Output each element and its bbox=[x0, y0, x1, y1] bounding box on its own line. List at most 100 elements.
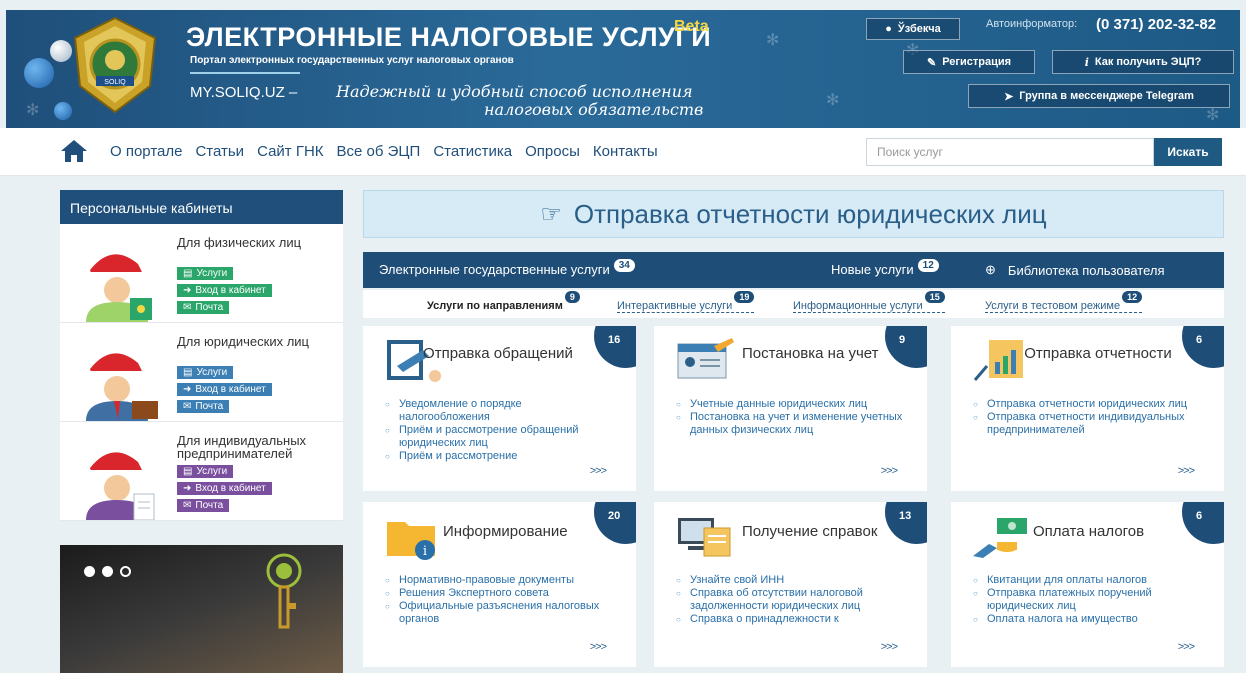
nav-item-eds[interactable]: Все об ЭЦП bbox=[337, 143, 421, 160]
card-link[interactable]: Справка об отсутствии налоговой задолжен… bbox=[674, 587, 904, 613]
sub-tabs: Услуги по направлениям 9 Интерактивные ус… bbox=[363, 290, 1224, 318]
cabinet-individuals: Для физических лиц ▤ Услуги ➜ Вход в кабин… bbox=[60, 224, 343, 323]
service-card-certificates[interactable]: 13 Получение справок Узнайте свой ИНН Сп… bbox=[654, 502, 927, 667]
eds-info-button[interactable]: i Как получить ЭЦП? bbox=[1052, 50, 1234, 74]
card-link[interactable]: Постановка на учет и изменение учетных д… bbox=[674, 411, 904, 437]
card-link[interactable]: Уведомление о порядке налогообложения bbox=[383, 398, 613, 424]
card-title: Получение справок bbox=[742, 523, 878, 540]
service-card-registration[interactable]: 9 Постановка на учет Учетные данные юрид… bbox=[654, 326, 927, 491]
subtab-test-mode[interactable]: Услуги в тестовом режиме 12 bbox=[985, 291, 1143, 313]
tax-emblem-logo[interactable]: SOLIQ bbox=[60, 16, 170, 116]
search-button[interactable]: Искать bbox=[1154, 138, 1222, 166]
santa-businessman-avatar-icon bbox=[86, 353, 158, 421]
services-button[interactable]: ▤ Услуги bbox=[177, 465, 234, 478]
telegram-button[interactable]: ➤ Группа в мессенджере Telegram bbox=[968, 84, 1230, 108]
site-title[interactable]: ЭЛЕКТРОННЫЕ НАЛОГОВЫЕ УСЛУГИ bbox=[186, 22, 711, 53]
services-button[interactable]: ▤ Услуги bbox=[177, 267, 234, 280]
mail-button[interactable]: ✉ Почта bbox=[177, 499, 230, 512]
cabinet-title: Для физических лиц bbox=[177, 235, 302, 250]
register-button[interactable]: ✎ Регистрация bbox=[903, 50, 1035, 74]
tab-e-gov-services[interactable]: Электронные государственные услуги 34 bbox=[379, 259, 635, 277]
more-link[interactable]: >>> bbox=[1178, 641, 1195, 653]
card-link[interactable]: Отправка отчетности юридических лиц bbox=[971, 398, 1201, 411]
slider-dot[interactable] bbox=[102, 566, 113, 577]
card-link[interactable]: Отправка отчетности индивидуальных предп… bbox=[971, 411, 1201, 437]
computer-documents-icon bbox=[678, 518, 731, 557]
more-link[interactable]: >>> bbox=[881, 641, 898, 653]
services-button[interactable]: ▤ Услуги bbox=[177, 366, 234, 379]
login-button[interactable]: ➜ Вход в кабинет bbox=[177, 482, 272, 495]
service-card-tax-payment[interactable]: 6 Оплата налогов Квитанции для оплаты на… bbox=[951, 502, 1224, 667]
nav-item-about[interactable]: О портале bbox=[110, 143, 182, 160]
nav-item-polls[interactable]: Опросы bbox=[525, 143, 580, 160]
card-link[interactable]: Оплата налога на имущество bbox=[971, 613, 1201, 626]
page-title: Отправка отчетности юридических лиц bbox=[573, 198, 1047, 229]
mail-button[interactable]: ✉ Почта bbox=[177, 400, 230, 413]
page-title-banner: ☞ Отправка отчетности юридических лиц bbox=[363, 190, 1224, 238]
cabinet-entrepreneurs: Для индивидуальных предпринимателей ▤ Усл… bbox=[60, 422, 343, 521]
nav-items: О портале Статьи Сайт ГНК Все об ЭЦП Ста… bbox=[110, 143, 671, 160]
nav-item-gnk-site[interactable]: Сайт ГНК bbox=[257, 143, 323, 160]
mail-button[interactable]: ✉ Почта bbox=[177, 301, 230, 314]
count-badge: 12 bbox=[917, 259, 939, 272]
card-links: Узнайте свой ИНН Справка об отсутствии н… bbox=[674, 574, 904, 626]
service-card-informing[interactable]: 20 i Информирование Нормативно-правовые … bbox=[363, 502, 636, 667]
card-link[interactable]: Решения Экспертного совета bbox=[383, 587, 613, 600]
card-link[interactable]: Нормативно-правовые документы bbox=[383, 574, 613, 587]
list-icon: ▤ bbox=[183, 367, 193, 378]
register-label: Регистрация bbox=[942, 56, 1012, 68]
subtab-by-direction[interactable]: Услуги по направлениям 9 bbox=[427, 291, 580, 312]
card-link[interactable]: Отправка платежных поручений юридических… bbox=[971, 587, 1201, 613]
card-link[interactable]: Приём и рассмотрение bbox=[383, 450, 613, 463]
card-title: Оплата налогов bbox=[1033, 523, 1145, 540]
site-subtitle: Портал электронных государственных услуг… bbox=[190, 55, 514, 66]
services-tabs: Электронные государственные услуги 34 Нов… bbox=[363, 252, 1224, 288]
count-badge: 34 bbox=[613, 259, 635, 272]
more-link[interactable]: >>> bbox=[590, 465, 607, 477]
site-url: MY.SOLIQ.UZ – bbox=[190, 84, 298, 101]
count-badge: 6 bbox=[1182, 326, 1224, 368]
card-link[interactable]: Официальные разъяснения налоговых органо… bbox=[383, 600, 613, 626]
language-button[interactable]: ● Ўзбекча bbox=[866, 18, 960, 40]
informator-phone[interactable]: (0 371) 202-32-82 bbox=[1096, 16, 1216, 33]
panel-title: Персональные кабинеты bbox=[60, 190, 343, 224]
search-input[interactable] bbox=[866, 138, 1154, 166]
cabinet-legal-entities: Для юридических лиц ▤ Услуги ➜ Вход в каби… bbox=[60, 323, 343, 422]
service-card-appeals[interactable]: 16 Отправка обращений Уведомление о поря… bbox=[363, 326, 636, 491]
card-link[interactable]: Квитанции для оплаты налогов bbox=[971, 574, 1201, 587]
nav-item-contacts[interactable]: Контакты bbox=[593, 143, 658, 160]
card-link[interactable]: Учетные данные юридических лиц bbox=[674, 398, 904, 411]
tab-user-library[interactable]: ⊕ Библиотека пользователя bbox=[985, 262, 1165, 278]
card-link[interactable]: Справка о принадлежности к bbox=[674, 613, 904, 626]
home-icon[interactable] bbox=[60, 139, 88, 163]
service-card-reporting[interactable]: 6 Отправка отчетности Отправка отчетност… bbox=[951, 326, 1224, 491]
more-link[interactable]: >>> bbox=[881, 465, 898, 477]
card-links: Нормативно-правовые документы Решения Эк… bbox=[383, 574, 613, 626]
slogan-line-1: Надежный и удобный способ исполнения bbox=[336, 82, 693, 101]
cabinet-title: Для юридических лиц bbox=[177, 334, 309, 349]
snowflake-icon: ✻ bbox=[1206, 107, 1220, 124]
card-title: Постановка на учет bbox=[742, 345, 879, 362]
promo-slider[interactable] bbox=[60, 545, 343, 673]
slider-dot[interactable] bbox=[84, 566, 95, 577]
more-link[interactable]: >>> bbox=[590, 641, 607, 653]
nav-item-statistics[interactable]: Статистика bbox=[433, 143, 512, 160]
card-links: Квитанции для оплаты налогов Отправка пл… bbox=[971, 574, 1201, 626]
login-button[interactable]: ➜ Вход в кабинет bbox=[177, 383, 272, 396]
slider-dot[interactable] bbox=[120, 566, 131, 577]
subtab-informational[interactable]: Информационные услуги 15 bbox=[793, 291, 945, 313]
envelope-icon: ✉ bbox=[183, 302, 192, 313]
login-button[interactable]: ➜ Вход в кабинет bbox=[177, 284, 272, 297]
tab-new-services[interactable]: Новые услуги 12 bbox=[831, 259, 939, 277]
nav-item-articles[interactable]: Статьи bbox=[195, 143, 244, 160]
subtab-interactive[interactable]: Интерактивные услуги 19 bbox=[617, 291, 755, 313]
snowflake-icon: ✻ bbox=[766, 32, 780, 49]
card-link[interactable]: Приём и рассмотрение обращений юридическ… bbox=[383, 424, 613, 450]
card-link[interactable]: Узнайте свой ИНН bbox=[674, 574, 904, 587]
globe-icon: ● bbox=[885, 23, 892, 35]
sign-in-icon: ➜ bbox=[183, 483, 192, 494]
divider bbox=[190, 72, 300, 74]
edit-icon: ✎ bbox=[926, 56, 937, 69]
svg-text:i: i bbox=[423, 544, 427, 559]
more-link[interactable]: >>> bbox=[1178, 465, 1195, 477]
